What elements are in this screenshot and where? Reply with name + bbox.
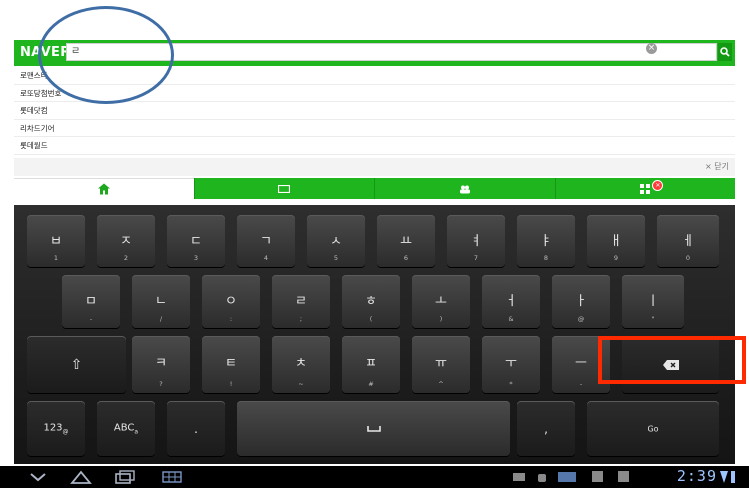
close-suggestions-button[interactable]: × 닫기 bbox=[705, 161, 729, 172]
home-nav-icon[interactable] bbox=[70, 469, 92, 485]
suggestion-item[interactable]: 롯데월드 bbox=[14, 137, 735, 155]
abc-key[interactable]: ABCa bbox=[97, 401, 155, 456]
key-eo[interactable]: ㅓ & bbox=[482, 275, 540, 328]
key-hieut[interactable]: ㅎ( bbox=[342, 275, 400, 328]
recent-apps-icon[interactable] bbox=[115, 470, 135, 484]
system-navigation-bar: 2:39 bbox=[0, 466, 749, 488]
search-button[interactable] bbox=[718, 43, 732, 61]
key-nieun[interactable]: ㄴ / bbox=[132, 275, 190, 328]
key-pieup[interactable]: ㅍ # bbox=[342, 336, 400, 393]
key-ieung[interactable]: ㅇ: bbox=[202, 275, 260, 328]
key-kieuk[interactable]: ㅋ? bbox=[132, 336, 190, 393]
grid-icon bbox=[640, 183, 651, 194]
numbers-key[interactable]: 123@ bbox=[27, 401, 85, 456]
key-u[interactable]: ㅜ * bbox=[482, 336, 540, 393]
download-status-icon bbox=[592, 471, 603, 482]
download-status-icon-2 bbox=[618, 471, 629, 482]
key-tieut[interactable]: ㅌ! bbox=[202, 336, 260, 393]
key-a[interactable]: ㅏ @ bbox=[552, 275, 610, 328]
key-ae[interactable]: ㅐ9 bbox=[587, 215, 645, 267]
tab-more[interactable]: ✕ bbox=[554, 178, 736, 199]
key-jieut[interactable]: ㅈ2 bbox=[97, 215, 155, 267]
back-icon[interactable] bbox=[30, 472, 46, 482]
signal-battery-icon bbox=[720, 471, 735, 483]
key-yu[interactable]: ㅠ ^ bbox=[412, 336, 470, 393]
tab-home[interactable] bbox=[14, 178, 194, 199]
window-icon bbox=[278, 184, 291, 193]
key-i[interactable]: ㅣ " bbox=[622, 275, 684, 328]
key-o[interactable]: ㅗ) bbox=[412, 275, 470, 328]
app-status-icon bbox=[558, 472, 576, 482]
highlight-box bbox=[598, 336, 746, 384]
key-siot[interactable]: ㅅ5 bbox=[307, 215, 365, 267]
suggestion-close-row: × 닫기 bbox=[14, 158, 735, 176]
keyboard-status-icon bbox=[513, 473, 525, 481]
highlight-circle bbox=[38, 6, 174, 104]
key-chieut[interactable]: ㅊ ~ bbox=[272, 336, 330, 393]
tab-bar: ✕ bbox=[14, 178, 735, 199]
key-yeo[interactable]: ㅕ7 bbox=[447, 215, 505, 267]
key-yo[interactable]: ㅛ6 bbox=[377, 215, 435, 267]
key-bieup[interactable]: ㅂ1 bbox=[27, 215, 85, 267]
key-digeut[interactable]: ㄷ3 bbox=[167, 215, 225, 267]
space-icon bbox=[366, 425, 381, 432]
space-key[interactable] bbox=[237, 401, 510, 456]
key-ya[interactable]: ㅑ8 bbox=[517, 215, 575, 267]
shift-icon: ⇧ bbox=[70, 356, 83, 373]
tab-window[interactable] bbox=[193, 178, 375, 199]
key-rieul[interactable]: ㄹ; bbox=[272, 275, 330, 328]
people-icon bbox=[459, 185, 470, 193]
period-key[interactable]: . bbox=[167, 401, 225, 456]
suggestion-item[interactable]: 롯데닷컴 bbox=[14, 102, 735, 120]
onscreen-keyboard: ㅂ1 ㅈ2 ㄷ3 ㄱ4 ㅅ5 ㅛ6 ㅕ7 ㅑ8 ㅐ9 ㅔ0 ㅁ- ㄴ / ㅇ: ㄹ… bbox=[14, 205, 735, 464]
search-icon bbox=[720, 47, 730, 57]
home-icon bbox=[97, 183, 110, 195]
suggestion-item[interactable]: 리차드기어 bbox=[14, 120, 735, 137]
notification-badge: ✕ bbox=[652, 180, 664, 191]
key-giyeok[interactable]: ㄱ4 bbox=[237, 215, 295, 267]
tab-people[interactable] bbox=[374, 178, 555, 199]
keyboard-switch-icon[interactable] bbox=[162, 471, 182, 483]
status-clock: 2:39 bbox=[676, 467, 717, 485]
go-key[interactable]: Go bbox=[587, 401, 719, 456]
android-status-icon bbox=[538, 474, 546, 482]
key-mieum[interactable]: ㅁ- bbox=[62, 275, 120, 328]
key-e[interactable]: ㅔ0 bbox=[657, 215, 719, 267]
shift-key[interactable]: ⇧ bbox=[27, 336, 126, 393]
comma-key[interactable]: , bbox=[517, 401, 575, 456]
clear-icon[interactable]: × bbox=[646, 43, 657, 54]
